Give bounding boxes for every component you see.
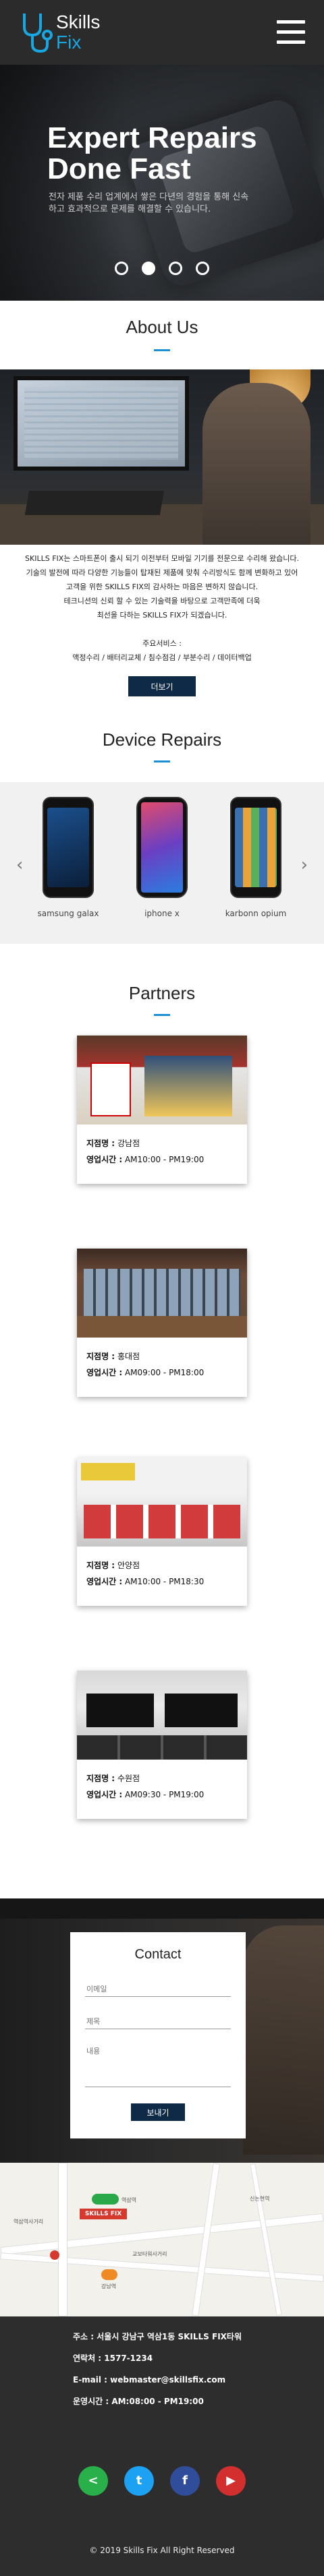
branch-hours: AM10:00 - PM19:00 [124,1155,205,1164]
footer-info: 주소 : 서울시 강남구 역삼1동 SKILLS FIX타워 연락처 : 157… [73,2326,242,2412]
branch-name: 수원점 [117,1774,140,1783]
map-marker: SKILLS FIX [80,2209,127,2219]
device-item[interactable]: samsung galax [31,797,105,918]
slider-dots [0,262,324,278]
twitter-icon[interactable]: t [124,2466,154,2496]
site-header: Skills Fix [0,0,324,65]
branch-hours: AM10:00 - PM18:30 [124,1577,205,1586]
partner-card[interactable]: 지점명 : 안양점 영업시간 : AM10:00 - PM18:30 [77,1458,247,1606]
logo[interactable]: Skills Fix [19,12,113,54]
device-item[interactable]: iphone x [125,797,199,918]
contact-title: Contact [134,1947,182,1962]
hero-title: Expert Repairs Done Fast [47,121,257,185]
footer-hours: 운영시간 : AM:08:00 - PM19:00 [73,2397,204,2406]
partners-title: Partners [128,983,196,1003]
logo-line2: Fix [56,32,82,53]
footer-address: 주소 : 서울시 강남구 역삼1동 SKILLS FIX타워 [73,2332,242,2341]
partner-card[interactable]: 지점명 : 수원점 영업시간 : AM09:30 - PM19:00 [77,1671,247,1819]
title-underline [154,1014,170,1016]
contact-form: Contact 보내기 [70,1932,246,2138]
device-repairs-title: Device Repairs [102,729,222,750]
store-photo [77,1671,247,1760]
store-photo [77,1036,247,1125]
partner-card[interactable]: 지점명 : 홍대점 영업시간 : AM09:00 - PM18:00 [77,1249,247,1397]
message-field[interactable] [85,2043,231,2087]
slider-dot-4[interactable] [196,262,209,275]
slider-dot-3[interactable] [169,262,182,275]
logo-line1: Skills [56,11,101,32]
chevron-right-icon[interactable]: › [301,855,308,875]
branch-name: 안양점 [117,1561,140,1570]
branch-name: 강남점 [117,1139,140,1148]
device-item[interactable]: karbonn opium [219,797,293,918]
chevron-left-icon[interactable]: ‹ [16,855,23,875]
footer-email: E-mail : webmaster@skillsfix.com [73,2375,226,2385]
subject-field[interactable] [85,2014,231,2029]
copyright: © 2019 Skills Fix All Right Reserved [89,2546,235,2555]
partner-card[interactable]: 지점명 : 강남점 영업시간 : AM10:00 - PM19:00 [77,1036,247,1184]
store-photo [77,1249,247,1338]
title-underline [154,349,170,351]
phone-image [43,797,94,898]
slider-dot-2[interactable] [142,262,155,275]
store-photo [77,1458,247,1547]
title-underline [154,760,170,762]
about-text: SKILLS FIX는 스마트폰이 출시 되기 이전부터 모바일 기기를 전문으… [25,554,299,662]
submit-button[interactable]: 보내기 [131,2103,185,2121]
email-field[interactable] [85,1982,231,1997]
device-carousel: ‹ › samsung galax iphone x karbonn opium [0,782,324,944]
share-icon[interactable]: < [78,2466,108,2496]
about-image [0,369,324,545]
site-footer: 주소 : 서울시 강남구 역삼1동 SKILLS FIX타워 연락처 : 157… [0,2316,324,2576]
hero-subtitle: 전자 제품 수리 업계에서 쌓은 다년의 경험을 통해 신속하고 효과적으로 문… [49,192,249,214]
social-links: < t f ▶ [0,2466,324,2496]
branch-name: 홍대점 [117,1352,140,1361]
branch-hours: AM09:00 - PM18:00 [124,1368,205,1377]
menu-icon[interactable] [277,20,305,44]
more-button[interactable]: 더보기 [128,676,196,696]
stethoscope-icon [23,13,53,53]
slider-dot-1[interactable] [115,262,128,275]
footer-phone: 연락처 : 1577-1234 [73,2354,153,2363]
hero-slider: Expert Repairs Done Fast 전자 제품 수리 업계에서 쌓… [0,65,324,301]
about-title: About Us [126,317,198,337]
phone-image [230,797,281,898]
location-map[interactable]: SKILLS FIX 역삼역 강남역 신논현역 교보타워사거리 역삼역사거리 [0,2163,324,2316]
youtube-icon[interactable]: ▶ [216,2466,246,2496]
branch-hours: AM09:30 - PM19:00 [124,1790,205,1799]
phone-image [136,797,188,898]
facebook-icon[interactable]: f [170,2466,200,2496]
